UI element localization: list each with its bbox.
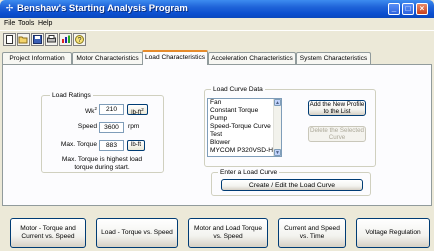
save-icon xyxy=(33,35,42,44)
tab-label: Motor Characteristics xyxy=(76,55,139,62)
load-curve-listbox[interactable]: Fan Constant Torque Pump Speed-Torque Cu… xyxy=(207,98,282,157)
list-item[interactable]: Speed-Torque Curve xyxy=(208,123,281,131)
max-torque-input[interactable]: 883 xyxy=(99,140,124,151)
current-speed-time-button[interactable]: Current and Speed vs. Time xyxy=(278,218,346,248)
print-icon xyxy=(47,35,56,43)
wk2-superscript: 2 xyxy=(94,106,97,111)
menu-help[interactable]: Help xyxy=(38,19,52,29)
list-item[interactable]: Pump xyxy=(208,115,281,123)
tab-project-information[interactable]: Project Information xyxy=(2,52,72,64)
load-characteristics-panel: Load Ratings Wk2 210 lb-ft2 Speed 3600 r… xyxy=(2,64,432,206)
voltage-regulation-button[interactable]: Voltage Regulation xyxy=(356,218,430,248)
max-torque-label: Max. Torque xyxy=(60,141,97,148)
tab-acceleration-characteristics[interactable]: Acceleration Characteristics xyxy=(208,52,296,64)
menu-tools[interactable]: Tools xyxy=(18,19,34,29)
wk2-input[interactable]: 210 xyxy=(99,104,124,115)
close-icon: × xyxy=(419,4,425,13)
add-profile-button[interactable]: Add the New Profile to the List xyxy=(308,100,366,116)
group-title: Load Ratings xyxy=(50,91,93,100)
list-item[interactable]: Test xyxy=(208,131,281,139)
wk2-unit-button[interactable]: lb-ft2 xyxy=(127,104,148,116)
chart-button[interactable] xyxy=(59,33,72,46)
app-window: ✢ Benshaw's Starting Analysis Program _ … xyxy=(0,0,434,251)
help-button[interactable]: ? xyxy=(73,33,86,46)
list-item[interactable]: Fan xyxy=(208,99,281,107)
list-item[interactable]: Blower xyxy=(208,139,281,147)
graph-buttons-bar: Motor - Torque and Current vs. Speed Loa… xyxy=(0,208,434,251)
help-icon: ? xyxy=(75,35,84,44)
group-title: Load Curve Data xyxy=(211,85,265,94)
tab-label: Project Information xyxy=(9,55,65,62)
minimize-icon: _ xyxy=(391,4,397,13)
title-bar[interactable]: ✢ Benshaw's Starting Analysis Program _ … xyxy=(0,0,434,18)
tab-strip: Project Information Motor Characteristic… xyxy=(2,50,434,65)
enter-load-curve-group: Enter a Load Curve Create / Edit the Loa… xyxy=(211,168,371,196)
open-folder-icon xyxy=(18,36,28,44)
close-button[interactable]: × xyxy=(416,3,428,15)
load-curve-data-group: Load Curve Data Fan Constant Torque Pump… xyxy=(204,85,376,167)
tab-label: System Characteristics xyxy=(299,55,368,62)
print-button[interactable] xyxy=(45,33,58,46)
tab-system-characteristics[interactable]: System Characteristics xyxy=(296,52,371,64)
wk2-label: Wk2 xyxy=(44,104,97,117)
new-file-icon xyxy=(6,35,13,44)
tab-label: Load Characteristics xyxy=(144,54,206,61)
max-torque-unit-button[interactable]: lb-ft xyxy=(127,140,145,151)
toolbar: ? xyxy=(0,30,434,47)
menu-bar: File Tools Help xyxy=(0,18,434,30)
tab-motor-characteristics[interactable]: Motor Characteristics xyxy=(72,52,143,64)
maximize-icon: □ xyxy=(405,4,411,13)
tab-load-characteristics[interactable]: Load Characteristics xyxy=(142,50,208,65)
list-item[interactable]: Constant Torque xyxy=(208,107,281,115)
menu-file[interactable]: File xyxy=(4,19,15,29)
max-torque-note: Max. Torque is highest load torque durin… xyxy=(61,156,143,171)
save-button[interactable] xyxy=(31,33,44,46)
scroll-up-icon[interactable]: ▲ xyxy=(274,99,281,106)
minimize-button[interactable]: _ xyxy=(388,3,400,15)
load-torque-speed-button[interactable]: Load - Torque vs. Speed xyxy=(96,218,178,248)
load-ratings-group: Load Ratings Wk2 210 lb-ft2 Speed 3600 r… xyxy=(41,91,164,173)
speed-unit: rpm xyxy=(128,123,140,130)
motor-load-torque-button[interactable]: Motor and Load Torque vs. Speed xyxy=(188,218,268,248)
wk2-unit-text: lb-ft xyxy=(131,110,142,116)
new-file-button[interactable] xyxy=(3,33,16,46)
open-button[interactable] xyxy=(17,33,30,46)
create-edit-load-curve-button[interactable]: Create / Edit the Load Curve xyxy=(221,179,363,191)
maximize-button[interactable]: □ xyxy=(402,3,414,15)
listbox-scrollbar[interactable]: ▲ ▼ xyxy=(273,99,281,156)
delete-curve-button[interactable]: Delete the Selected Curve xyxy=(308,126,366,142)
window-title: Benshaw's Starting Analysis Program xyxy=(17,3,188,14)
wk2-unit-superscript: 2 xyxy=(141,107,144,112)
speed-input[interactable]: 3600 xyxy=(99,122,124,133)
motor-torque-current-button[interactable]: Motor - Torque and Current vs. Speed xyxy=(10,218,86,248)
tab-label: Acceleration Characteristics xyxy=(211,55,293,62)
group-title: Enter a Load Curve xyxy=(218,168,280,177)
app-icon: ✢ xyxy=(5,3,14,13)
list-item[interactable]: MYCOM P320VSD-HE xyxy=(208,147,281,155)
scroll-down-icon[interactable]: ▼ xyxy=(274,149,281,156)
chart-icon xyxy=(62,35,70,43)
svg-text:?: ? xyxy=(78,37,82,44)
speed-label: Speed xyxy=(77,123,97,130)
